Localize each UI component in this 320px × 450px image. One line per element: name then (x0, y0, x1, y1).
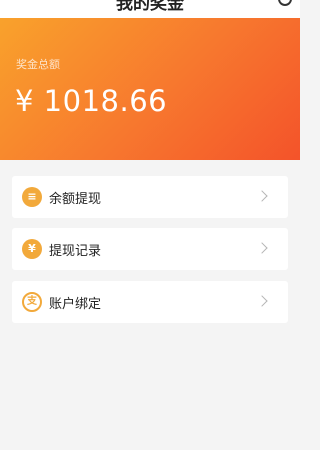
balance-amount: ¥ 1018.66 (15, 84, 168, 118)
menu-item-account-binding[interactable]: 支 账户绑定 (12, 281, 288, 323)
menu-item-label: 账户绑定 (49, 297, 102, 312)
top-bar: 我的奖金 (0, 0, 300, 18)
wallet-icon: ≡ (22, 187, 42, 207)
yen-record-icon: ¥ (22, 239, 42, 259)
chevron-right-icon (256, 242, 268, 254)
page-title: 我的奖金 (116, 0, 184, 14)
alipay-icon: 支 (22, 292, 42, 312)
menu-item-withdraw[interactable]: ≡ 余额提现 (12, 176, 288, 218)
chevron-right-icon (256, 190, 268, 202)
balance-label: 奖金总额 (16, 58, 60, 71)
balance-card: 奖金总额 ¥ 1018.66 (0, 18, 300, 160)
menu-item-withdraw-records[interactable]: ¥ 提现记录 (12, 228, 288, 270)
menu-item-label: 余额提现 (49, 192, 102, 207)
menu-item-label: 提现记录 (49, 244, 102, 259)
chevron-right-icon (256, 295, 268, 307)
